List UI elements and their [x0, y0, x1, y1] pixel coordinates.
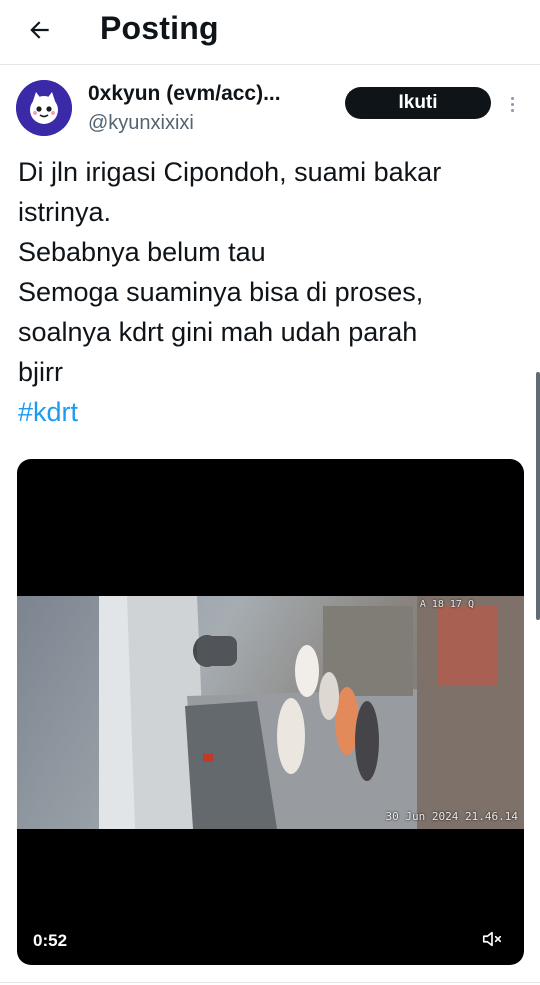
hashtag-link[interactable]: #kdrt	[18, 392, 528, 432]
tweet-line: bjirr	[18, 357, 63, 387]
follow-button[interactable]: Ikuti	[345, 87, 491, 119]
cctv-video-frame: A 18 17 Q 30 Jun 2024 21.46.14	[17, 596, 524, 829]
tweet-line: Di jln irigasi Cipondoh, suami bakar	[18, 157, 442, 187]
cctv-timestamp: 30 Jun 2024 21.46.14	[385, 810, 518, 823]
cctv-scene	[99, 596, 524, 829]
more-dot-icon	[510, 96, 514, 100]
tweet-line: istrinya.	[18, 197, 112, 227]
more-options-button[interactable]	[504, 90, 520, 118]
more-dot-icon	[510, 102, 514, 106]
avatar[interactable]	[16, 80, 72, 136]
video-duration: 0:52	[33, 931, 68, 950]
author-handle[interactable]: @kyunxixixi	[88, 112, 194, 135]
back-button[interactable]	[22, 12, 58, 48]
more-dot-icon	[510, 108, 514, 112]
post-screen: Posting 0xkyun (evm/acc)... @kyunxixixi …	[0, 0, 540, 985]
cctv-top-overlay: A 18 17 Q	[419, 599, 474, 610]
scrollbar[interactable]	[536, 372, 540, 620]
page-title: Posting	[100, 10, 219, 46]
divider	[0, 982, 540, 983]
arrow-left-icon	[30, 21, 49, 39]
author-display-name[interactable]: 0xkyun (evm/acc)...	[88, 82, 338, 106]
speaker-muted-icon	[482, 931, 502, 947]
tweet-line: Sebabnya belum tau	[18, 237, 266, 267]
tweet-line: soalnya kdrt gini mah udah parah	[18, 317, 418, 347]
top-bar: Posting	[0, 0, 540, 65]
avatar-image	[16, 80, 72, 136]
video-player[interactable]: A 18 17 Q 30 Jun 2024 21.46.14 0:52	[17, 459, 524, 965]
tweet-text: Di jln irigasi Cipondoh, suami bakar ist…	[18, 152, 528, 432]
tweet-line: Semoga suaminya bisa di proses,	[18, 277, 424, 307]
mute-button[interactable]	[477, 924, 507, 954]
